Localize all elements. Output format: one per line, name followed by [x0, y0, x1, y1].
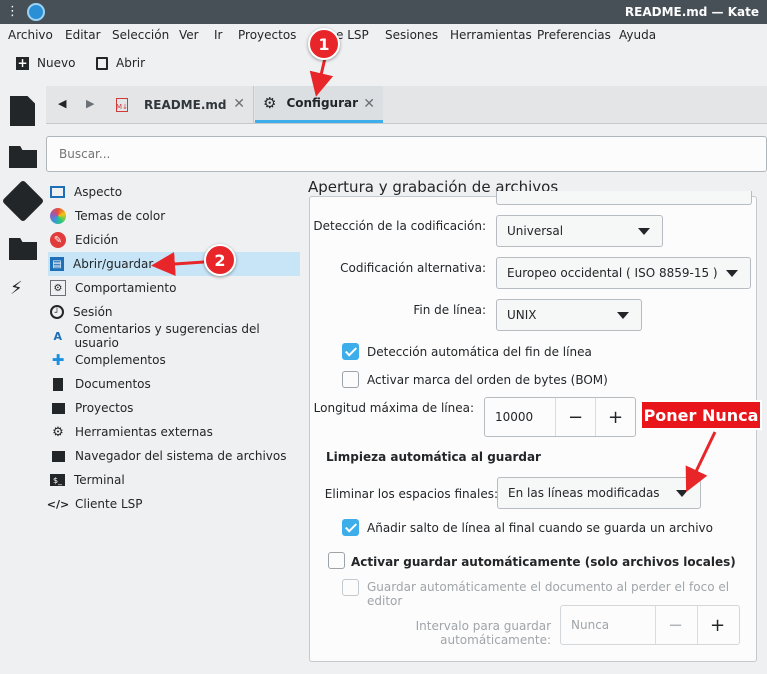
- annotation-badge-1: 1: [308, 28, 340, 60]
- annotation-badge-2: 2: [204, 244, 236, 276]
- annotation-arrows: [151, 57, 717, 493]
- annotation-callout: Poner Nunca: [640, 400, 762, 430]
- annotation-arrow-callout: [685, 431, 717, 493]
- annotation-arrow-1: [309, 57, 334, 97]
- annotation-arrow-2: [151, 252, 205, 276]
